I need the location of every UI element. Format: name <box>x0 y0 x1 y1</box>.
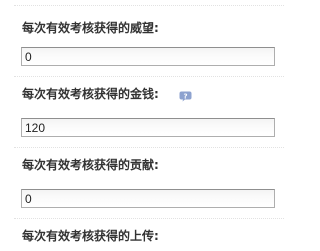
row-divider <box>14 218 284 219</box>
money-reward-input[interactable] <box>21 118 275 137</box>
money-reward-label: 每次有效考核获得的金钱: <box>22 87 159 101</box>
row-divider <box>14 5 284 6</box>
svg-text:?: ? <box>183 92 187 100</box>
prestige-reward-label: 每次有效考核获得的威望: <box>22 21 159 35</box>
contribution-reward-input[interactable] <box>21 189 275 208</box>
row-divider <box>14 76 284 77</box>
prestige-reward-input[interactable] <box>21 47 275 66</box>
question-bubble-icon[interactable]: ? <box>179 87 192 102</box>
row-divider <box>14 147 284 148</box>
upload-reward-label: 每次有效考核获得的上传: <box>22 229 159 243</box>
contribution-reward-label: 每次有效考核获得的贡献: <box>22 158 159 172</box>
